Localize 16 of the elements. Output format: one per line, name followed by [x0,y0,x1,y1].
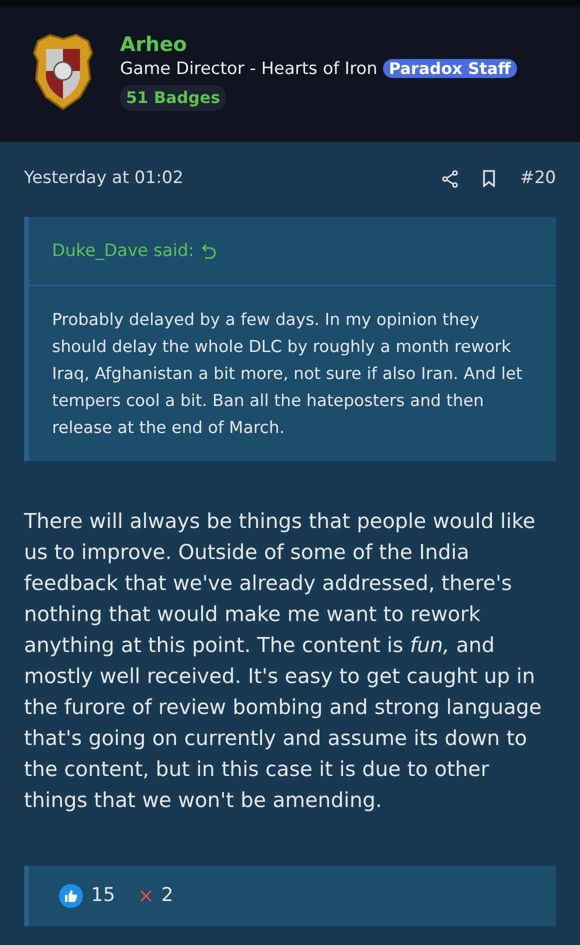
post-text: There will always be things that people would like us to improve. Outside of some of the India feedback that we've already addressed, there's nothing that would make me want to rework anything at this point. The content is fun, and mostly well received. It's easy to get caught up in the furore of review bombing and strong language that's going on currently and assume its down to the content, but in this case it is due to other things that we won't be amending. [23,508,543,814]
quote-text: Probably delayed by a few days. In my opinion they should delay the whole DLC by roughly a month rework Iraq, Afghanistan a bit more, not sure if also Iran. And let tempers cool a bit. Ban all the hateposters and then release at the end of March. [51,308,524,438]
reply-arrow-icon[interactable] [202,244,216,260]
badges-count[interactable]: 51 Badges [120,85,226,111]
bookmark-icon[interactable] [482,170,496,188]
shield-avatar-icon[interactable] [30,31,96,111]
post-number[interactable]: #20 [520,166,556,192]
staff-badge: Paradox Staff [382,59,517,78]
reaction-count[interactable]: 15 [91,881,116,910]
share-icon[interactable] [442,170,458,188]
thumbs-up-icon[interactable] [59,884,83,908]
user-title: Game Director - Hearts of Iron [120,59,378,79]
username[interactable]: Arheo [120,31,517,57]
quote-author[interactable]: Duke_Dave said: [52,239,194,264]
reaction-count[interactable]: 2 [161,881,174,910]
post-date[interactable]: Yesterday at 01:02 [24,166,184,192]
